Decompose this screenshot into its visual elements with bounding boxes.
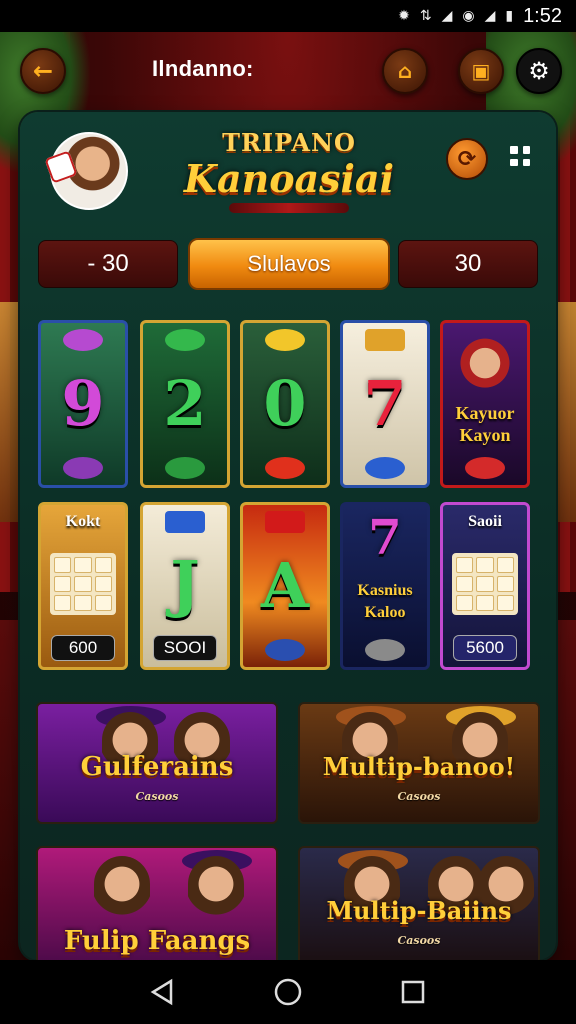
reel-tile[interactable]: 0 [240, 320, 330, 488]
reel-label: Kayuor Kayon [455, 403, 515, 445]
status-time: 1:52 [523, 4, 562, 27]
leaf-icon [165, 329, 205, 351]
reel-symbol: 9 [61, 367, 105, 440]
dice-icon [44, 150, 78, 184]
gem-icon [465, 457, 505, 479]
reel-symbol: 7 [363, 367, 407, 440]
spin-button[interactable]: Slulavos [188, 238, 390, 290]
reel-value: SOOI [153, 635, 217, 661]
leaf-icon [165, 457, 205, 479]
bet-decrease[interactable]: - 30 [38, 240, 178, 288]
home-icon: ⌂ [397, 59, 413, 83]
game-card-subtitle: Casoos [135, 790, 179, 803]
nav-recents-button[interactable] [397, 976, 429, 1008]
player-avatar[interactable] [44, 132, 128, 210]
game-card[interactable]: Fulip Faangs [36, 846, 278, 960]
nav-back-button[interactable] [147, 976, 179, 1008]
game-card[interactable]: Gulferains Casoos [36, 702, 278, 824]
card-icon [165, 511, 205, 533]
reel-symbol: 2 [163, 367, 207, 440]
refresh-button[interactable]: ⟳ [446, 138, 488, 180]
reel-label: Saoii [468, 513, 502, 530]
home-button[interactable]: ⌂ [382, 48, 428, 94]
player-portrait [188, 856, 244, 926]
game-card-subtitle: Casoos [397, 934, 441, 947]
settings-button[interactable]: ⚙ [516, 48, 562, 94]
signal-icon: ◢ [441, 8, 453, 24]
shop-icon: ▣ [471, 59, 491, 83]
android-nav-bar [0, 960, 576, 1024]
reel-symbol: 0 [263, 367, 307, 440]
chip-icon [265, 639, 305, 661]
gem-icon [63, 457, 103, 479]
square-recents-icon [402, 980, 425, 1004]
reel-symbol: A [260, 549, 310, 622]
game-card[interactable]: Multip-banoo! Casoos [298, 702, 540, 824]
reel-value: 5600 [453, 635, 517, 661]
menu-grid-button[interactable] [506, 142, 534, 170]
game-card-title: Gulferains Casoos [81, 752, 234, 812]
data-icon: ⇅ [419, 8, 432, 24]
reel-tile[interactable]: 2 [140, 320, 230, 488]
logo-line2: Kanoasiai [183, 156, 395, 201]
arrow-left-icon: ← [32, 57, 54, 85]
reel-label: Kokt [65, 513, 101, 530]
card-icon [265, 511, 305, 533]
reel-tile[interactable]: 7 [340, 320, 430, 488]
game-card-subtitle: Casoos [397, 790, 441, 803]
lemon-icon [265, 329, 305, 351]
game-card[interactable]: Multip-Baiins Casoos [298, 846, 540, 960]
header-title: Ilndanno: [152, 56, 254, 81]
game-card-title: Fulip Faangs [63, 926, 251, 956]
status-bar: ✹ ⇅ ◢ ◉ ◢ ▮ 1:52 [0, 0, 576, 32]
cowboy-portrait-icon [457, 329, 513, 391]
reel-symbol: 7 [368, 510, 402, 566]
logo-line1: TRIPANO [222, 128, 356, 157]
crown-icon [365, 329, 405, 351]
heart-icon [265, 457, 305, 479]
mini-reel-icon [50, 553, 116, 615]
battery-icon: ▮ [505, 8, 514, 24]
wifi-icon: ◉ [462, 8, 475, 24]
back-button[interactable]: ← [20, 48, 66, 94]
reel-symbol: J [170, 547, 200, 620]
bet-increase[interactable]: 30 [398, 240, 538, 288]
reel-tile[interactable]: J SOOI [140, 502, 230, 670]
logo-ribbon [229, 203, 349, 213]
app-header: ← Ilndanno: ⌂ ▣ ⚙ [0, 40, 576, 104]
game-card-title: Multip-Baiins Casoos [326, 896, 511, 956]
grid-icon [510, 146, 518, 154]
game-logo: TRIPANO Kanoasiai [170, 128, 408, 222]
triangle-back-icon [150, 978, 172, 1006]
chip-icon [365, 457, 405, 479]
refresh-icon: ⟳ [457, 146, 477, 172]
reel-tile[interactable]: 7 Kasnius Kaloo [340, 502, 430, 670]
game-card-title: Multip-banoo! Casoos [323, 752, 515, 812]
reel-tile[interactable]: Kayuor Kayon [440, 320, 530, 488]
reel-tile[interactable]: Kokt 600 [38, 502, 128, 670]
horseshoe-icon [365, 639, 405, 661]
slot-reels: 9 2 0 7 Kayuor Kayon Kokt 600 J SOOI A 7… [38, 320, 540, 670]
gear-icon: ⚙ [528, 57, 550, 85]
shop-button[interactable]: ▣ [458, 48, 504, 94]
mini-reel-icon [452, 553, 518, 615]
reel-tile[interactable]: A [240, 502, 330, 670]
notification-icon: ✹ [398, 8, 410, 24]
reel-tile[interactable]: 9 [38, 320, 128, 488]
reel-tile[interactable]: Saoii 5600 [440, 502, 530, 670]
circle-home-icon [274, 978, 302, 1006]
player-portrait [94, 856, 150, 926]
cell-icon: ◢ [484, 8, 496, 24]
gem-icon [63, 329, 103, 351]
reel-label: Kasnius Kaloo [357, 582, 413, 621]
nav-home-button[interactable] [272, 976, 304, 1008]
reel-value: 600 [51, 635, 115, 661]
game-panel: TRIPANO Kanoasiai ⟳ - 30 Slulavos 30 9 2… [20, 112, 556, 960]
